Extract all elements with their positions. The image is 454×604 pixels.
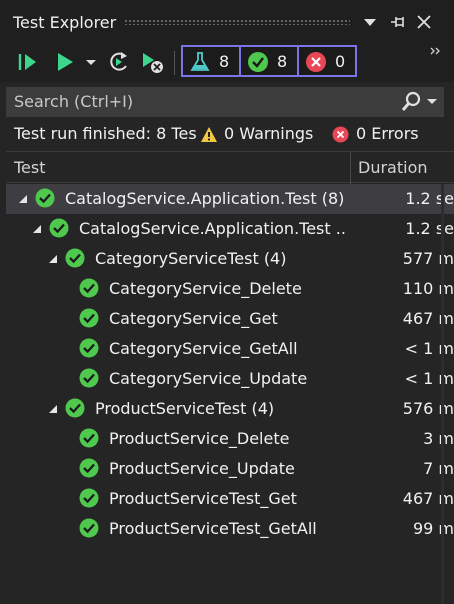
search-options-chevron-icon[interactable] <box>426 95 438 107</box>
tree-row[interactable]: ProductServiceTest_GetAll 99 m <box>6 514 454 544</box>
tree-row[interactable]: CatalogService.Application.Test .. 1.2 se <box>6 214 454 244</box>
passed-icon <box>79 278 99 298</box>
search-box[interactable]: Search (Ctrl+I) <box>6 87 444 117</box>
search-icon[interactable] <box>400 91 422 113</box>
passed-icon <box>65 248 85 268</box>
column-duration[interactable]: Duration <box>358 158 428 177</box>
test-explorer-window: Test Explorer 8 8 0 Search (Ctrl+I) Test… <box>0 0 454 604</box>
flask-icon <box>190 52 210 71</box>
window-title: Test Explorer <box>13 13 117 32</box>
failed-tests-count: 0 <box>335 52 346 71</box>
failed-icon <box>306 52 326 72</box>
test-tree: CatalogService.Application.Test (8) 1.2 s… <box>6 184 454 604</box>
title-bar: Test Explorer <box>0 0 454 42</box>
run-failed-tests-icon[interactable] <box>140 49 166 75</box>
tree-row[interactable]: CategoryService_Get 467 m <box>6 304 454 334</box>
passed-tests-counter[interactable]: 8 <box>239 45 299 77</box>
failed-tests-counter[interactable]: 0 <box>297 45 357 77</box>
passed-icon <box>79 488 99 508</box>
test-name: ProductService_Delete <box>109 429 290 448</box>
overflow-chevron-icon[interactable] <box>428 44 442 58</box>
dropdown-arrow-icon[interactable] <box>360 12 380 32</box>
total-tests-counter[interactable]: 8 <box>181 45 241 77</box>
close-icon[interactable] <box>414 12 434 32</box>
toolbar-separator <box>174 51 175 75</box>
tree-row[interactable]: CategoryServiceTest (4) 577 m <box>6 244 454 274</box>
errors-count[interactable]: 0 Errors <box>356 124 419 143</box>
test-name: ProductServiceTest_Get <box>109 489 297 508</box>
expand-collapse-icon[interactable] <box>32 224 42 234</box>
test-name: CategoryService_Update <box>109 369 308 388</box>
column-test[interactable]: Test <box>14 158 46 177</box>
expand-collapse-icon[interactable] <box>48 404 58 414</box>
warning-icon <box>201 127 217 142</box>
test-name: CatalogService.Application.Test (8) <box>65 189 345 208</box>
test-name: ProductServiceTest (4) <box>95 399 275 418</box>
expand-collapse-icon[interactable] <box>48 254 58 264</box>
passed-icon <box>79 458 99 478</box>
drag-grip[interactable] <box>124 19 350 25</box>
tree-row[interactable]: ProductServiceTest_Get 467 m <box>6 484 454 514</box>
expand-collapse-icon[interactable] <box>18 194 28 204</box>
tree-row[interactable]: CatalogService.Application.Test (8) 1.2 s… <box>6 184 454 214</box>
passed-icon <box>79 518 99 538</box>
error-icon <box>332 126 349 143</box>
repeat-last-run-icon[interactable] <box>106 49 132 75</box>
run-all-icon[interactable] <box>16 49 40 75</box>
total-tests-count: 8 <box>219 52 230 71</box>
passed-tests-count: 8 <box>277 52 288 71</box>
tree-row[interactable]: CategoryService_GetAll < 1 m <box>6 334 454 364</box>
test-name: CatalogService.Application.Test .. <box>79 219 346 238</box>
passed-icon <box>79 428 99 448</box>
column-divider[interactable] <box>350 152 351 184</box>
passed-icon <box>35 188 55 208</box>
passed-icon <box>79 338 99 358</box>
search-input[interactable]: Search (Ctrl+I) <box>14 92 133 111</box>
test-name: ProductServiceTest_GetAll <box>109 519 317 538</box>
toolbar: 8 8 0 <box>0 42 454 82</box>
tree-row[interactable]: CategoryService_Update < 1 m <box>6 364 454 394</box>
test-name: ProductService_Update <box>109 459 295 478</box>
run-dropdown-icon[interactable] <box>84 49 98 75</box>
passed-icon <box>79 368 99 388</box>
tree-row[interactable]: ProductService_Delete 3 m <box>6 424 454 454</box>
tree-row[interactable]: ProductService_Update 7 m <box>6 454 454 484</box>
run-status-bar: Test run finished: 8 Tes 0 Warnings 0 Er… <box>0 119 454 149</box>
warnings-count[interactable]: 0 Warnings <box>224 124 313 143</box>
scroll-edge <box>441 184 444 604</box>
run-icon[interactable] <box>54 49 76 75</box>
passed-icon <box>79 308 99 328</box>
passed-icon <box>65 398 85 418</box>
test-name: CategoryService_Delete <box>109 279 302 298</box>
tree-row[interactable]: ProductServiceTest (4) 576 m <box>6 394 454 424</box>
passed-icon <box>49 218 69 238</box>
test-name: CategoryService_GetAll <box>109 339 298 358</box>
tree-row[interactable]: CategoryService_Delete 110 m <box>6 274 454 304</box>
test-name: CategoryServiceTest (4) <box>95 249 287 268</box>
pin-icon[interactable] <box>388 12 408 32</box>
passed-icon <box>248 52 268 72</box>
column-header: Test Duration <box>6 151 454 184</box>
test-name: CategoryService_Get <box>109 309 278 328</box>
run-summary-text: Test run finished: 8 Tes <box>14 124 197 143</box>
